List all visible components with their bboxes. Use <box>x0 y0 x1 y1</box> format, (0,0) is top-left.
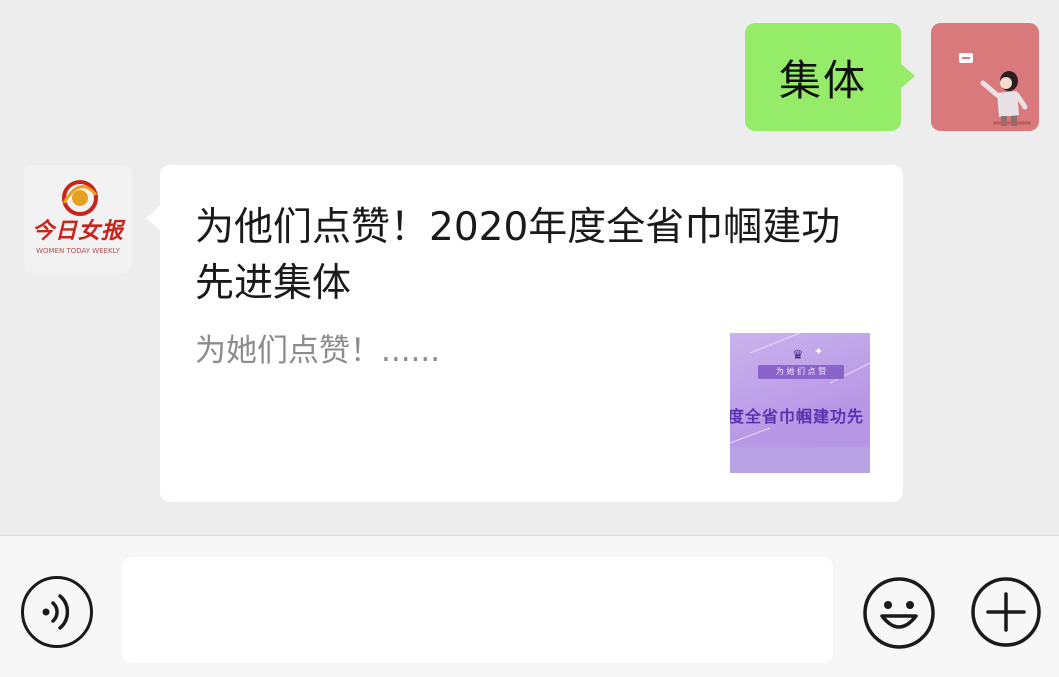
chat-area: 集体 今日女报 WOMEN TODAY WEEKLY 为他们点赞！2020年度全 <box>0 0 1059 535</box>
article-thumbnail: ♛ ✦ 为 她 们 点 赞 度全省巾帼建功先 <box>730 333 870 473</box>
emoji-icon <box>863 577 935 649</box>
article-description: 为她们点赞！...... <box>195 333 441 369</box>
message-input[interactable] <box>122 557 833 663</box>
sender-logo-name: 今日女报 <box>31 218 124 244</box>
star-icon: ✦ <box>814 345 824 358</box>
more-options-button[interactable] <box>970 576 1042 648</box>
sender-logo-subtitle: WOMEN TODAY WEEKLY <box>36 247 120 255</box>
sender-avatar[interactable]: 今日女报 WOMEN TODAY WEEKLY <box>24 165 132 273</box>
voice-button[interactable] <box>21 576 93 648</box>
thumbnail-banner: 为 她 们 点 赞 <box>758 365 844 379</box>
article-card-bubble[interactable]: 为他们点赞！2020年度全省巾帼建功先进集体 为她们点赞！...... ♛ ✦ … <box>146 165 903 502</box>
emoji-button[interactable] <box>862 576 936 650</box>
plus-icon <box>971 577 1041 647</box>
outgoing-message-bubble[interactable]: 集体 <box>745 23 915 131</box>
chat-input-bar <box>0 535 1059 677</box>
thumbnail-headline: 度全省巾帼建功先 <box>730 407 865 426</box>
crown-icon: ♛ <box>792 348 804 363</box>
thumbnail-footer-band <box>730 447 870 473</box>
outgoing-message-text: 集体 <box>778 55 867 105</box>
cartoon-girl-avatar-image <box>931 23 1039 131</box>
article-title: 为他们点赞！2020年度全省巾帼建功先进集体 <box>195 205 841 306</box>
user-avatar[interactable] <box>931 23 1039 131</box>
voice-icon <box>42 594 70 630</box>
